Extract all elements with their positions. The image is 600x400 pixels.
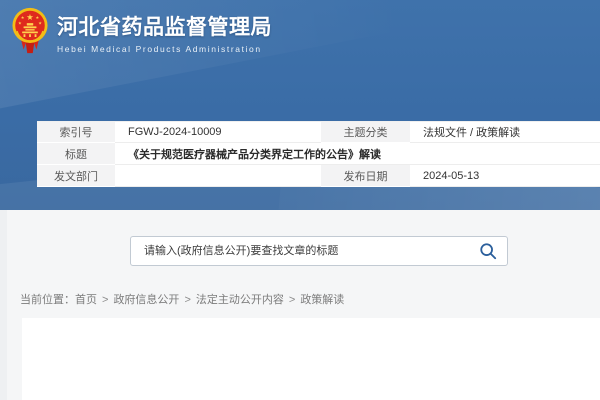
site-title: 河北省药品监督管理局 — [57, 14, 272, 41]
title-value: 《关于规范医疗器械产品分类界定工作的公告》解读 — [115, 143, 600, 165]
category-value: 法规文件 / 政策解读 — [410, 121, 600, 143]
breadcrumb: 当前位置：首页 > 政府信息公开 > 法定主动公开内容 > 政策解读 — [20, 291, 344, 307]
document-info-table: 索引号 FGWJ-2024-10009 主题分类 法规文件 / 政策解读 标题 … — [37, 121, 600, 187]
svg-text:★: ★ — [36, 15, 40, 20]
publish-date-label: 发布日期 — [321, 165, 410, 187]
breadcrumb-prefix: 当前位置： — [20, 294, 75, 306]
breadcrumb-item-gov-info[interactable]: 政府信息公开 — [113, 294, 179, 306]
search-bar — [130, 236, 508, 266]
site-subtitle: Hebei Medical Products Administration — [57, 44, 272, 54]
breadcrumb-item-policy-interpretation[interactable]: 政策解读 — [300, 294, 344, 306]
document-panel — [22, 318, 600, 400]
search-icon[interactable] — [479, 242, 497, 260]
left-edge-strip — [0, 210, 7, 400]
main-content: 当前位置：首页 > 政府信息公开 > 法定主动公开内容 > 政策解读 — [0, 210, 600, 400]
breadcrumb-separator: > — [184, 294, 190, 306]
table-row: 索引号 FGWJ-2024-10009 主题分类 法规文件 / 政策解读 — [37, 121, 600, 143]
index-number-label: 索引号 — [37, 121, 115, 143]
breadcrumb-separator: > — [289, 294, 295, 306]
page: ★ ★ ★ ★ ★ 河北省药品监督管理局 Hebei Medical Produ… — [0, 0, 600, 400]
search-input[interactable] — [130, 236, 508, 266]
svg-text:★: ★ — [18, 21, 22, 26]
department-label: 发文部门 — [37, 165, 115, 187]
national-emblem-icon: ★ ★ ★ ★ ★ — [11, 7, 49, 55]
breadcrumb-item-home[interactable]: 首页 — [75, 294, 97, 306]
breadcrumb-item-legal-disclosure[interactable]: 法定主动公开内容 — [196, 294, 284, 306]
department-value — [115, 165, 321, 187]
table-row: 标题 《关于规范医疗器械产品分类界定工作的公告》解读 — [37, 143, 600, 165]
site-brand: ★ ★ ★ ★ ★ 河北省药品监督管理局 Hebei Medical Produ… — [11, 7, 272, 55]
svg-text:★: ★ — [26, 12, 33, 22]
svg-text:★: ★ — [21, 15, 25, 20]
table-row: 发文部门 发布日期 2024-05-13 — [37, 165, 600, 187]
category-label: 主题分类 — [321, 121, 410, 143]
index-number-value: FGWJ-2024-10009 — [115, 121, 321, 143]
svg-text:★: ★ — [38, 21, 42, 26]
publish-date-value: 2024-05-13 — [410, 165, 600, 187]
title-label: 标题 — [37, 143, 115, 165]
breadcrumb-separator: > — [102, 294, 108, 306]
